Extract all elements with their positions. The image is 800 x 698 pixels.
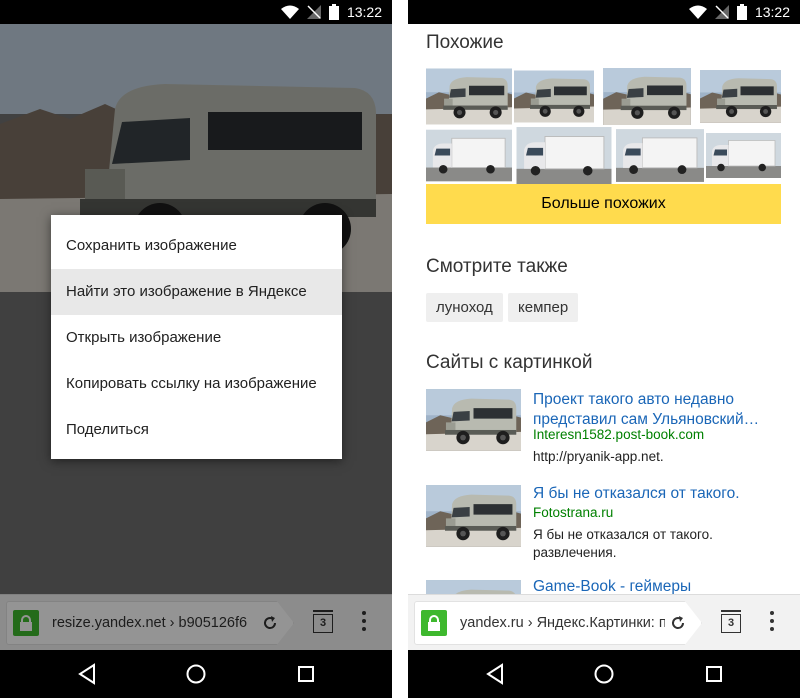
site-result-thumb[interactable] bbox=[426, 579, 521, 594]
wifi-icon bbox=[688, 5, 707, 19]
see-also-chip[interactable]: кемпер bbox=[508, 293, 579, 322]
sites-section-title: Сайты с картинкой bbox=[426, 352, 593, 373]
tabs-count: 3 bbox=[721, 614, 741, 633]
tab-switcher-button[interactable]: 3 bbox=[721, 610, 745, 636]
status-bar: 13:22 bbox=[408, 0, 800, 24]
menu-item-save-image[interactable]: Сохранить изображение bbox=[51, 223, 342, 269]
browser-omnibox: yandex.ru › Яндекс.Картинки: п 3 bbox=[408, 594, 800, 650]
recents-icon[interactable] bbox=[702, 662, 726, 686]
home-icon[interactable] bbox=[592, 662, 616, 686]
similar-image-thumb[interactable] bbox=[596, 68, 698, 125]
overflow-menu-icon[interactable] bbox=[768, 611, 776, 635]
see-also-chip[interactable]: луноход bbox=[426, 293, 503, 322]
clock: 13:22 bbox=[346, 4, 382, 20]
battery-icon bbox=[328, 4, 339, 20]
clock: 13:22 bbox=[754, 4, 790, 20]
address-bar[interactable]: yandex.ru › Яндекс.Картинки: п bbox=[414, 601, 702, 645]
site-result-title[interactable]: Я бы не отказался от такого. bbox=[533, 484, 788, 504]
recents-icon[interactable] bbox=[294, 662, 318, 686]
lock-icon[interactable] bbox=[421, 610, 447, 636]
menu-item-search-image-yandex[interactable]: Найти это изображение в Яндексе bbox=[51, 268, 342, 315]
right-phone-screen: Похожие Больше похожих Смотрите также лу… bbox=[408, 0, 800, 698]
search-results-page: Похожие Больше похожих Смотрите также лу… bbox=[408, 24, 800, 594]
home-icon[interactable] bbox=[184, 662, 208, 686]
url-text[interactable]: yandex.ru › Яндекс.Картинки: п bbox=[460, 615, 665, 631]
site-result-desc: Я бы не отказался от такого. развлечения… bbox=[533, 527, 713, 560]
menu-item-open-image[interactable]: Открыть изображение bbox=[51, 315, 342, 361]
menu-item-copy-image-link[interactable]: Копировать ссылку на изображение bbox=[51, 360, 342, 406]
reload-icon[interactable] bbox=[669, 614, 687, 632]
see-also-section-title: Смотрите также bbox=[426, 256, 568, 277]
site-result-domain[interactable]: Interesn1582.post-book.com bbox=[533, 427, 704, 442]
wifi-icon bbox=[280, 5, 299, 19]
similar-section-title: Похожие bbox=[426, 32, 504, 53]
similar-image-thumb[interactable] bbox=[616, 127, 704, 184]
similar-image-thumb[interactable] bbox=[514, 68, 594, 125]
menu-item-share[interactable]: Поделиться bbox=[51, 406, 342, 452]
similar-image-thumb[interactable] bbox=[706, 127, 781, 184]
battery-icon bbox=[736, 4, 747, 20]
site-result-title[interactable]: Проект такого авто недавно представил са… bbox=[533, 390, 788, 430]
similar-images-grid bbox=[426, 68, 781, 184]
image-context-menu: Сохранить изображение Найти это изображе… bbox=[51, 215, 342, 459]
site-result-title[interactable]: Game-Book - геймеры bbox=[533, 577, 788, 594]
site-result-thumb[interactable] bbox=[426, 388, 521, 452]
similar-image-thumb[interactable] bbox=[700, 68, 781, 125]
site-result-domain[interactable]: Fotostrana.ru bbox=[533, 505, 613, 520]
no-signal-icon bbox=[714, 5, 729, 19]
back-icon[interactable] bbox=[75, 662, 99, 686]
more-similar-button[interactable]: Больше похожих bbox=[426, 184, 781, 224]
similar-image-thumb[interactable] bbox=[514, 127, 614, 184]
status-bar: 13:22 bbox=[0, 0, 392, 24]
similar-image-thumb[interactable] bbox=[426, 68, 512, 125]
site-result-desc: http://pryanik-app.net. bbox=[533, 449, 664, 464]
system-nav-bar bbox=[408, 650, 800, 698]
back-icon[interactable] bbox=[483, 662, 507, 686]
site-result-thumb[interactable] bbox=[426, 484, 521, 548]
no-signal-icon bbox=[306, 5, 321, 19]
similar-image-thumb[interactable] bbox=[426, 127, 512, 184]
left-phone-screen: resize.yandex.net › b905126f6 3 Сохранит… bbox=[0, 0, 392, 698]
system-nav-bar bbox=[0, 650, 392, 698]
